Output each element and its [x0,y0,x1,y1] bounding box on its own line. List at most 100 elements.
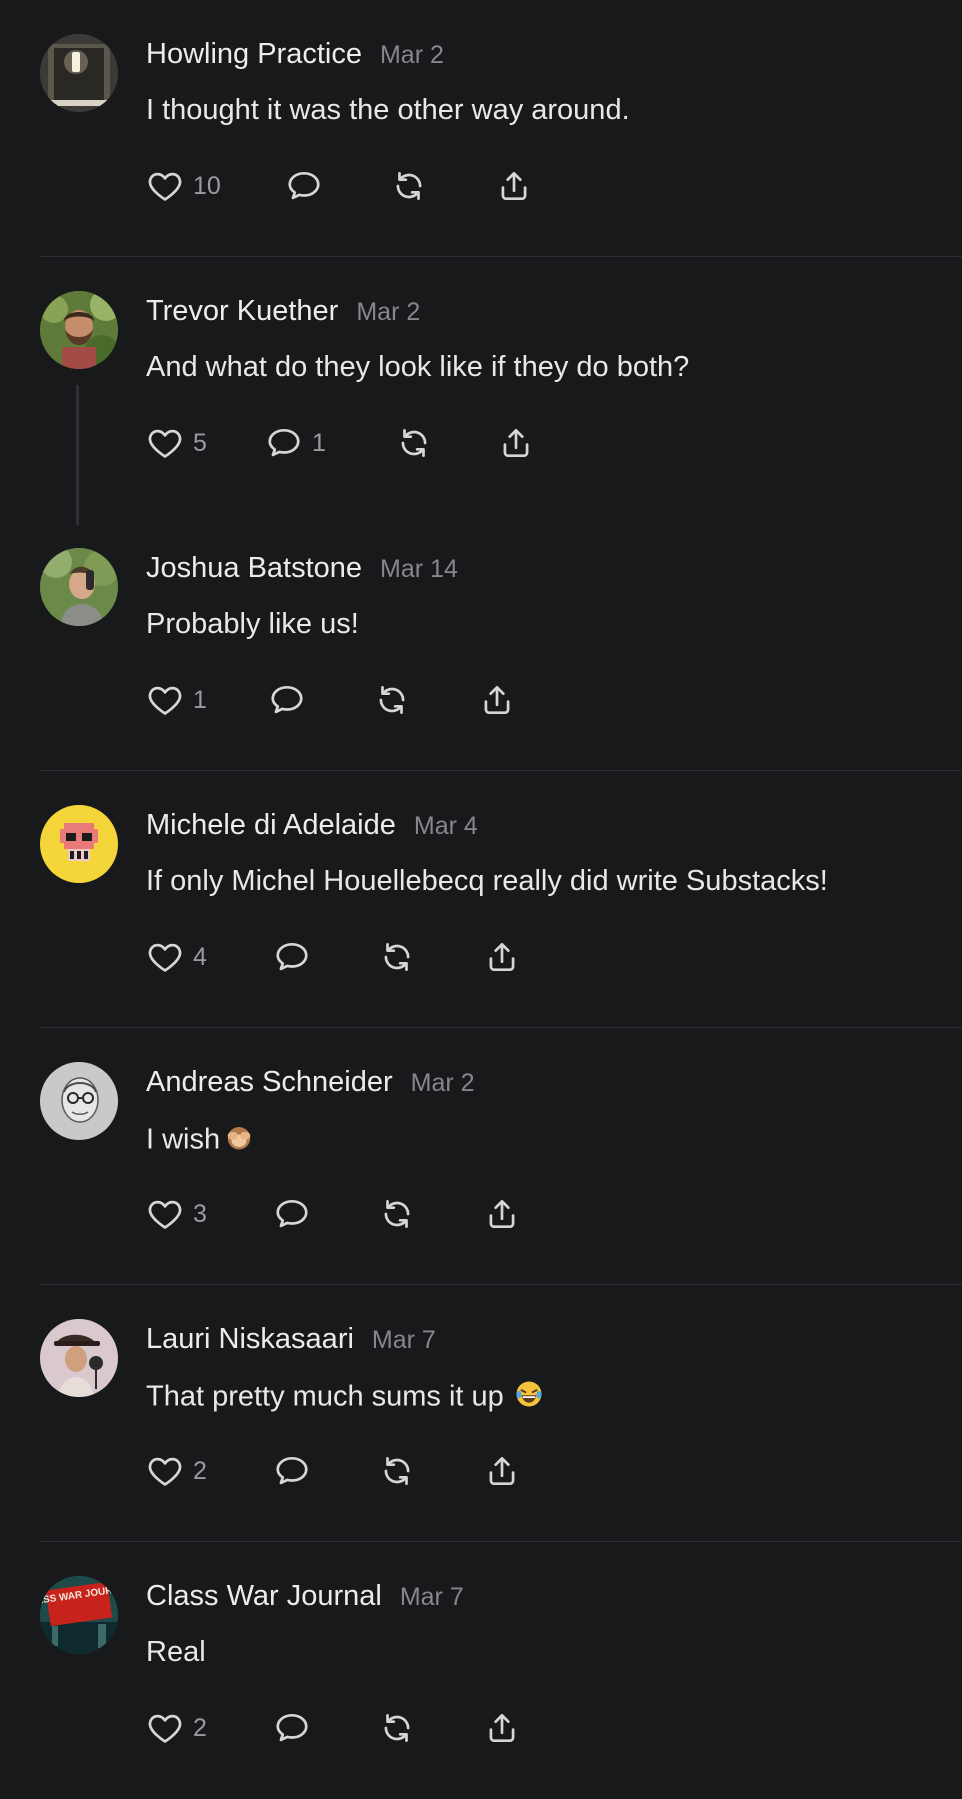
man-glasses-sketch-avatar[interactable] [40,1062,118,1140]
comment-text: I wish [146,1122,254,1160]
comment-text-content: I wish [146,1123,221,1156]
author-name[interactable]: Lauri Niskasaari [146,1323,354,1355]
like-button[interactable]: 4 [146,937,207,977]
man-outdoors-avatar[interactable] [40,548,118,626]
man-hat-microphone-avatar[interactable] [40,1319,118,1397]
like-count: 2 [193,1713,207,1742]
reply-button[interactable] [268,680,306,720]
comment: Howling Practice Mar 2 I thought it was t… [0,0,962,257]
share-button[interactable] [483,1194,521,1234]
share-button[interactable] [483,937,521,977]
restack-button[interactable] [395,423,433,463]
restack-button[interactable] [378,1194,416,1234]
like-count: 4 [193,942,207,971]
like-count: 5 [193,428,207,457]
author-name[interactable]: Michele di Adelaide [146,809,396,841]
comment-icon [271,685,303,714]
comment-text-content: Probably like us! [146,608,359,640]
comment-text-content: That pretty much sums it up [146,1380,504,1413]
author-name[interactable]: Trevor Kuether [146,295,338,327]
restack-button[interactable] [390,166,428,206]
reply-button[interactable] [285,166,323,206]
like-button[interactable]: 10 [146,166,221,206]
comment-icon [276,1713,308,1742]
reply-button[interactable] [273,1194,311,1234]
comment-text: Probably like us! [146,608,359,641]
comment-text: I thought it was the other way around. [146,94,630,127]
restack-icon [384,942,410,972]
share-icon [489,1199,515,1229]
comment-icon [276,1199,308,1228]
restack-icon [379,685,405,715]
like-count: 2 [193,1456,207,1485]
comment-date: Mar 14 [380,555,458,583]
share-icon [501,171,527,201]
comment: Andreas Schneider Mar 2 I wish 3 [0,1028,962,1285]
comment-feed: Howling Practice Mar 2 I thought it was t… [0,0,962,1768]
restack-button[interactable] [378,1451,416,1491]
comment-date: Mar 7 [399,1583,464,1611]
comment-text: Real [146,1636,206,1669]
reply-button[interactable]: 1 [265,423,326,463]
restack-icon [401,428,427,458]
author-name[interactable]: Andreas Schneider [146,1066,393,1098]
like-button[interactable]: 3 [146,1194,207,1234]
bearded-man-avatar[interactable] [40,291,118,369]
comment-text-content: I thought it was the other way around. [146,94,630,126]
share-button[interactable] [483,1708,521,1748]
heart-icon [148,429,182,458]
share-button[interactable] [495,166,533,206]
class-war-journal-logo-avatar[interactable]: CLASS WAR JOURNAL [40,1576,118,1654]
comment-text: And what do they look like if they do bo… [146,351,689,384]
comment-date: Mar 2 [356,298,421,326]
share-icon [503,428,529,458]
author-name[interactable]: Joshua Batstone [146,552,362,584]
heart-icon [148,172,182,201]
comment: CLASS WAR JOURNAL Class War Journal Mar 7… [0,1542,962,1799]
share-button[interactable] [483,1451,521,1491]
comment-date: Mar 2 [410,1069,475,1097]
comment-text-content: And what do they look like if they do bo… [146,351,690,383]
heart-icon [148,686,182,715]
restack-icon [384,1199,410,1229]
heart-icon [148,1457,182,1486]
share-icon [489,1713,515,1743]
like-count: 10 [193,171,221,200]
heart-icon [148,1200,182,1229]
share-icon [489,1456,515,1486]
restack-button[interactable] [378,1708,416,1748]
comment: Trevor Kuether Mar 2 And what do they loo… [0,257,962,525]
restack-icon [384,1456,410,1486]
restack-button[interactable] [373,680,411,720]
pixel-skull-avatar[interactable] [40,805,118,883]
like-button[interactable]: 2 [146,1708,207,1748]
comment-text-content: Real [146,1636,206,1668]
restack-button[interactable] [378,937,416,977]
restack-icon [396,171,422,201]
share-button[interactable] [478,680,516,720]
share-icon [484,685,510,715]
author-name[interactable]: Howling Practice [146,38,362,70]
reply-button[interactable] [273,1708,311,1748]
share-button[interactable] [497,423,535,463]
heart-icon [148,1714,182,1743]
tears-of-joy-emoji [514,1379,544,1417]
comment: Lauri Niskasaari Mar 7 That pretty much s… [0,1285,962,1542]
comment-icon [288,171,320,200]
author-name[interactable]: Class War Journal [146,1580,382,1612]
like-count: 1 [193,685,207,714]
like-button[interactable]: 2 [146,1451,207,1491]
like-count: 3 [193,1199,207,1228]
restack-icon [384,1713,410,1743]
see-no-evil-monkey-emoji [224,1122,254,1160]
reply-button[interactable] [273,937,311,977]
lamp-photo-avatar[interactable] [40,34,118,112]
comment-icon [276,942,308,971]
like-button[interactable]: 1 [146,680,207,720]
comment-icon [268,428,300,457]
heart-icon [148,943,182,972]
comment-text: That pretty much sums it up [146,1379,544,1417]
reply-button[interactable] [273,1451,311,1491]
like-button[interactable]: 5 [146,423,207,463]
comment-date: Mar 7 [371,1326,436,1354]
